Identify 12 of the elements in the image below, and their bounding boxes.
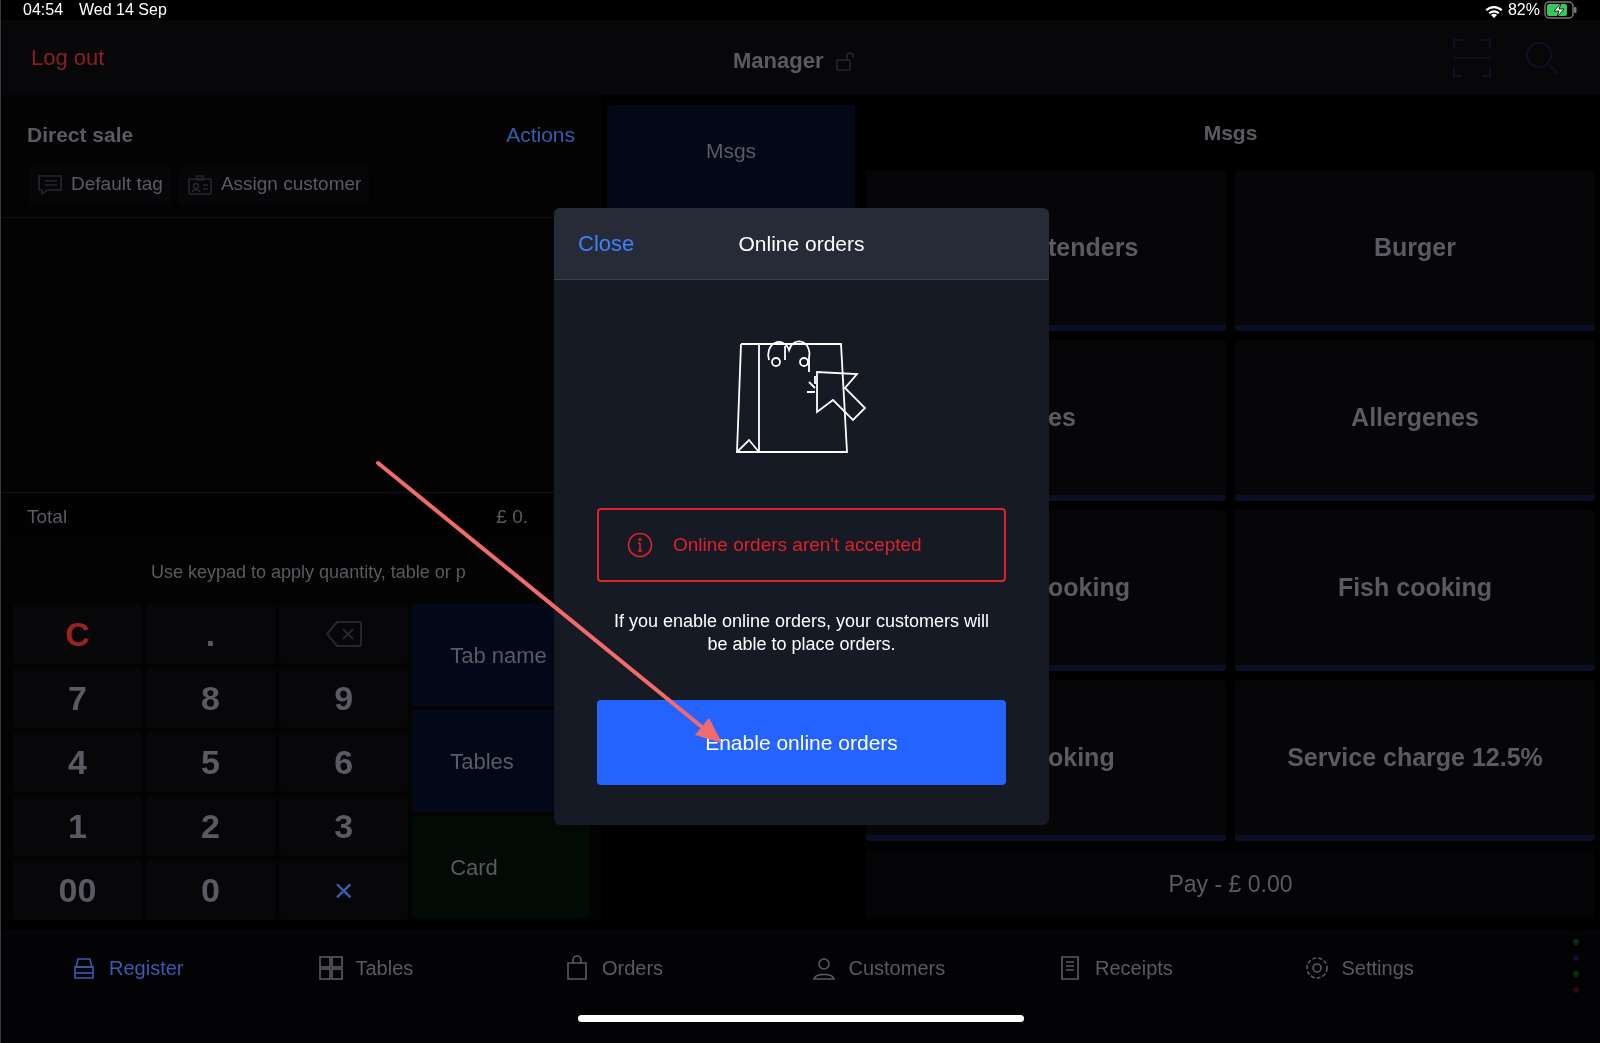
status-date: Wed 14 Sep [79, 0, 167, 20]
total-label: Total [27, 504, 68, 529]
total-value: £ 0. [496, 504, 528, 529]
battery-percent: 82% [1507, 0, 1540, 20]
products-title: Msgs [1203, 119, 1258, 146]
error-message: Online orders aren't accepted [673, 532, 922, 557]
order-title: Direct sale [27, 122, 134, 148]
dialog-description: If you enable online orders, your customers will be able to place orders. [612, 610, 991, 656]
status-time: 04:54 [23, 0, 64, 20]
dialog-title: Online orders [738, 230, 865, 257]
keypad-hint: Use keypad to apply quantity, table or p [151, 560, 466, 584]
header-title: Manager [733, 47, 824, 75]
